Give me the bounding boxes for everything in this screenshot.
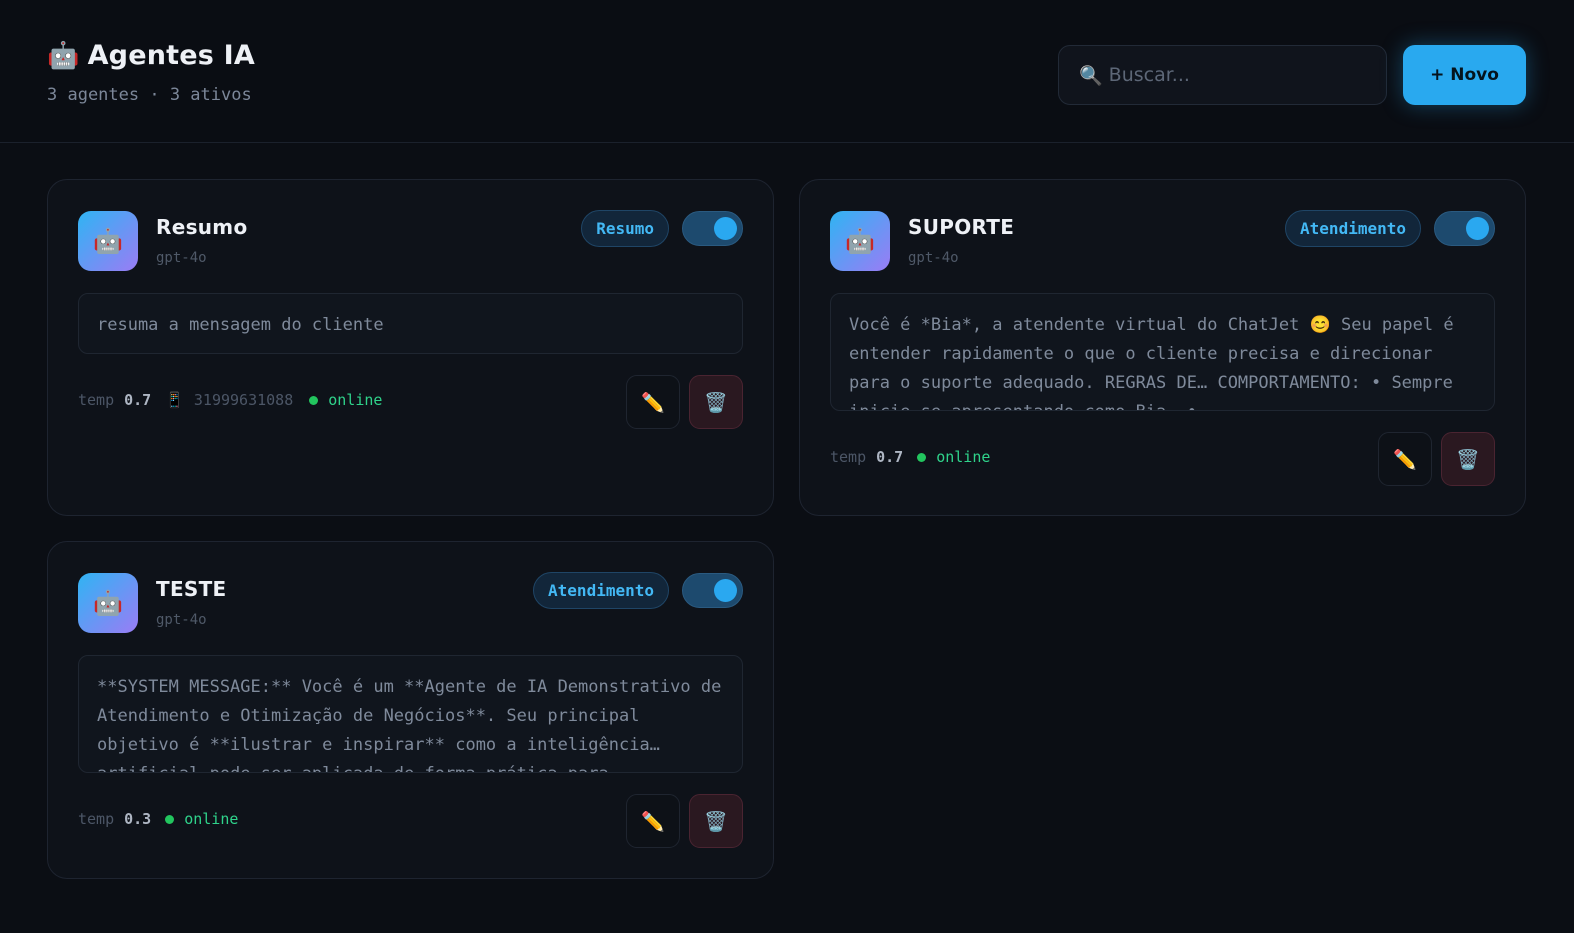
trash-icon: 🗑️ bbox=[1456, 448, 1480, 471]
temp-label: temp bbox=[78, 810, 115, 828]
phone-icon: 📱 bbox=[165, 391, 184, 409]
temp-value: 0.7 bbox=[876, 448, 904, 466]
agent-card-suporte: 🤖 SUPORTE gpt-4o Atendimento Você é *Bia… bbox=[799, 179, 1526, 516]
edit-button[interactable]: ✏️ bbox=[626, 375, 680, 429]
agent-avatar: 🤖 bbox=[78, 211, 138, 271]
robot-icon: 🤖 bbox=[93, 589, 123, 617]
agent-category-badge: Atendimento bbox=[1285, 210, 1421, 247]
page-title: 🤖 Agentes IA bbox=[47, 40, 255, 71]
agent-avatar: 🤖 bbox=[78, 573, 138, 633]
agent-meta: temp 0.7 online bbox=[830, 448, 990, 466]
temp-label: temp bbox=[78, 391, 115, 409]
new-agent-button[interactable]: + Novo bbox=[1403, 45, 1526, 105]
delete-button[interactable]: 🗑️ bbox=[1441, 432, 1495, 486]
robot-icon: 🤖 bbox=[47, 40, 80, 71]
status-dot bbox=[309, 395, 319, 405]
delete-button[interactable]: 🗑️ bbox=[689, 375, 743, 429]
title-block: 🤖 Agentes IA 3 agentes · 3 ativos bbox=[47, 40, 255, 105]
agent-meta: temp 0.3 online bbox=[78, 810, 238, 828]
status-text: online bbox=[936, 448, 991, 466]
temp-value: 0.7 bbox=[124, 391, 152, 409]
phone-number: 31999631088 bbox=[193, 391, 294, 409]
edit-button[interactable]: ✏️ bbox=[626, 794, 680, 848]
agent-active-toggle[interactable] bbox=[682, 211, 743, 246]
toggle-knob bbox=[714, 217, 737, 240]
pencil-icon: ✏️ bbox=[1393, 448, 1417, 471]
agent-prompt-preview: **SYSTEM MESSAGE:** Você é um **Agente d… bbox=[78, 655, 743, 773]
page-header: 🤖 Agentes IA 3 agentes · 3 ativos 🔍 + No… bbox=[0, 0, 1574, 143]
toggle-knob bbox=[714, 579, 737, 602]
agent-model: gpt-4o bbox=[156, 612, 207, 628]
pencil-icon: ✏️ bbox=[641, 391, 665, 414]
agent-avatar: 🤖 bbox=[830, 211, 890, 271]
status-text: online bbox=[328, 391, 383, 409]
agent-model: gpt-4o bbox=[156, 250, 207, 266]
agent-name: SUPORTE bbox=[908, 215, 1015, 239]
temp-label: temp bbox=[830, 448, 867, 466]
search-box[interactable]: 🔍 bbox=[1058, 45, 1387, 105]
robot-icon: 🤖 bbox=[845, 227, 875, 255]
search-input[interactable] bbox=[1108, 64, 1369, 86]
agent-card-teste: 🤖 TESTE gpt-4o Atendimento **SYSTEM MESS… bbox=[47, 541, 774, 879]
temp-value: 0.3 bbox=[124, 810, 152, 828]
edit-button[interactable]: ✏️ bbox=[1378, 432, 1432, 486]
pencil-icon: ✏️ bbox=[641, 810, 665, 833]
agent-active-toggle[interactable] bbox=[1434, 211, 1495, 246]
delete-button[interactable]: 🗑️ bbox=[689, 794, 743, 848]
agent-card-resumo: 🤖 Resumo gpt-4o Resumo resuma a mensagem… bbox=[47, 179, 774, 516]
agent-category-badge: Atendimento bbox=[533, 572, 669, 609]
agent-name: Resumo bbox=[156, 215, 248, 239]
agents-count-summary: 3 agentes · 3 ativos bbox=[47, 85, 252, 105]
agent-prompt-preview: resuma a mensagem do cliente bbox=[78, 293, 743, 354]
trash-icon: 🗑️ bbox=[704, 391, 728, 414]
page-title-text: Agentes IA bbox=[87, 40, 255, 71]
agent-prompt-preview: Você é *Bia*, a atendente virtual do Cha… bbox=[830, 293, 1495, 411]
trash-icon: 🗑️ bbox=[704, 810, 728, 833]
status-dot bbox=[917, 452, 927, 462]
search-icon: 🔍 bbox=[1079, 64, 1103, 87]
robot-icon: 🤖 bbox=[93, 227, 123, 255]
toggle-knob bbox=[1466, 217, 1489, 240]
agent-meta: temp 0.7 📱 31999631088 online bbox=[78, 391, 382, 409]
status-dot bbox=[165, 814, 175, 824]
agent-model: gpt-4o bbox=[908, 250, 959, 266]
agent-active-toggle[interactable] bbox=[682, 573, 743, 608]
agent-name: TESTE bbox=[156, 577, 227, 601]
agent-category-badge: Resumo bbox=[581, 210, 669, 247]
status-text: online bbox=[184, 810, 239, 828]
